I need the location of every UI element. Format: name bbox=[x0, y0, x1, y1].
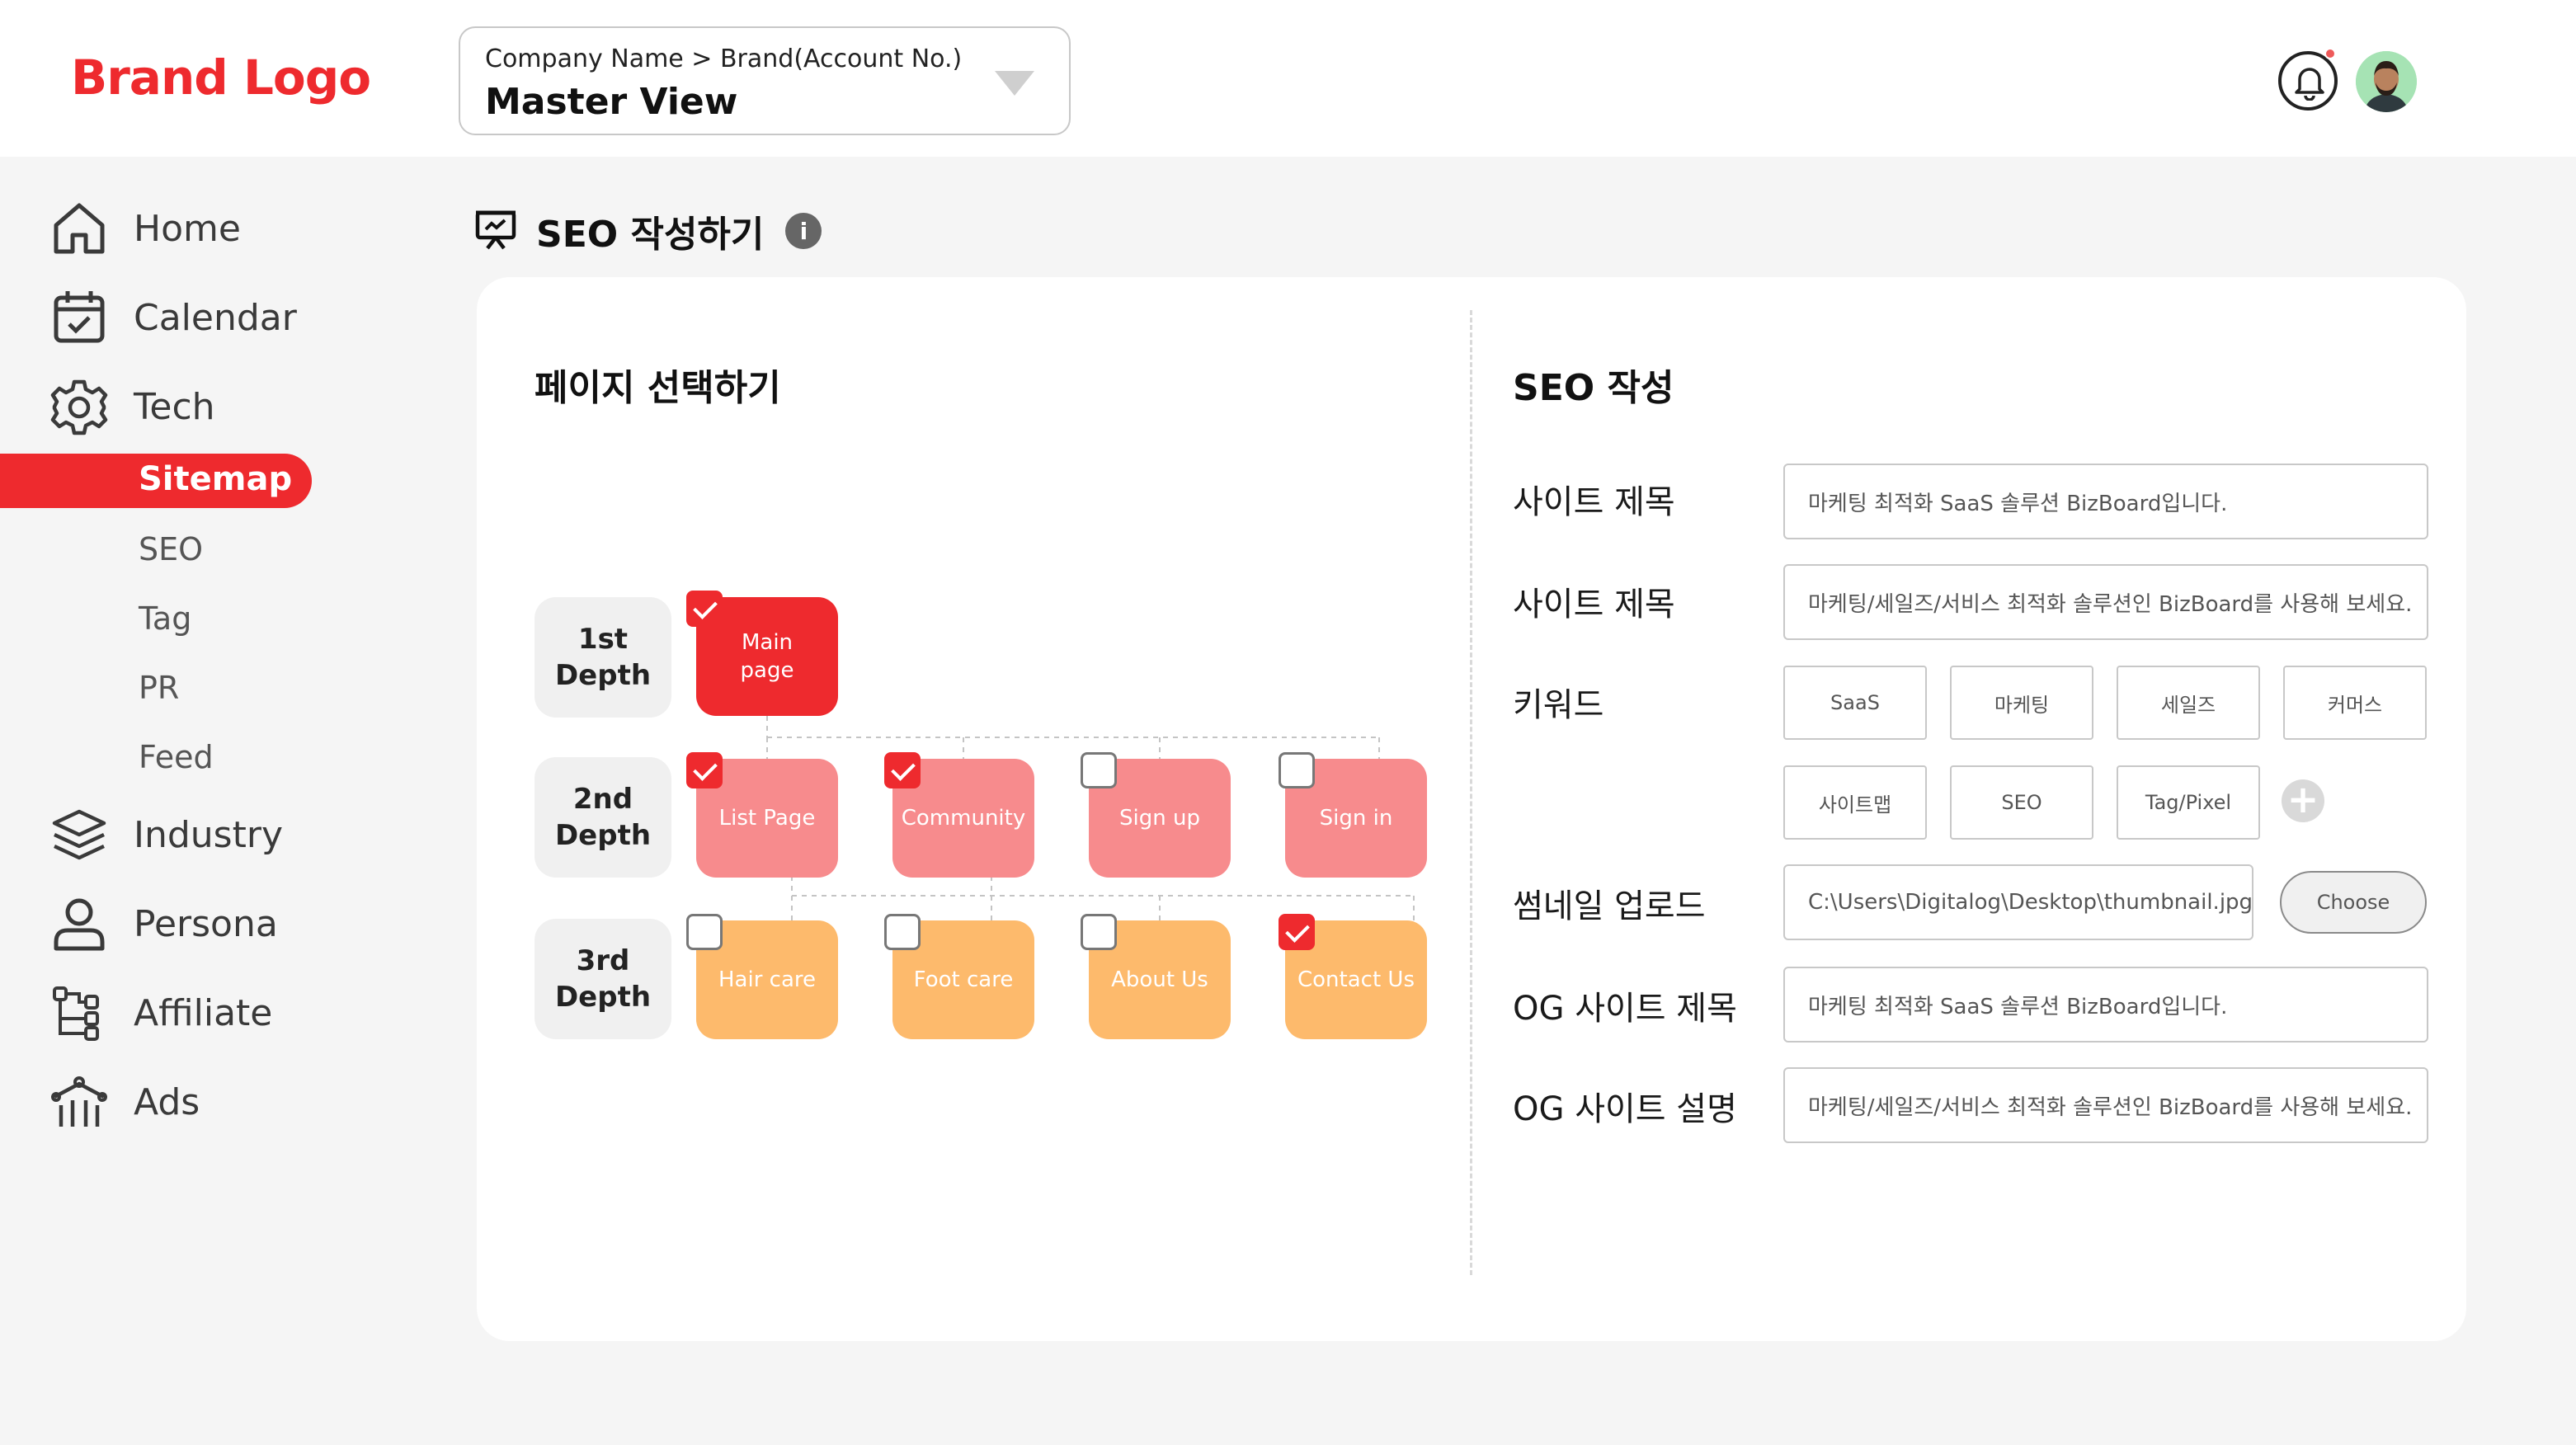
sitemap-checkbox-hair-care[interactable] bbox=[686, 914, 723, 950]
sitemap-checkbox-foot-care[interactable] bbox=[884, 914, 921, 950]
sitemap-checkbox-sign-up[interactable] bbox=[1081, 752, 1117, 788]
sitemap-checkbox-main-page[interactable] bbox=[686, 591, 723, 627]
keyword-tag[interactable]: SaaS bbox=[1783, 666, 1927, 740]
sitemap-checkbox-list-page[interactable] bbox=[686, 752, 723, 788]
og-description-label: OG 사이트 설명 bbox=[1513, 1090, 1737, 1128]
seo-section-title: SEO 작성 bbox=[1513, 367, 1674, 409]
sitemap-checkbox-contact-us[interactable] bbox=[1279, 914, 1315, 950]
site-description-input[interactable]: 마케팅/세일즈/서비스 최적화 솔루션인 BizBoard를 사용해 보세요. bbox=[1783, 564, 2428, 640]
depth-label-1st: 1st Depth bbox=[535, 597, 671, 718]
sitemap-checkbox-about-us[interactable] bbox=[1081, 914, 1117, 950]
og-title-input[interactable]: 마케팅 최적화 SaaS 솔루션 BizBoard입니다. bbox=[1783, 967, 2428, 1043]
keyword-tag[interactable]: SEO bbox=[1950, 765, 2093, 840]
keyword-tag[interactable]: 마케팅 bbox=[1950, 666, 2093, 740]
og-title-label: OG 사이트 제목 bbox=[1513, 990, 1737, 1028]
depth-label-2nd: 2nd Depth bbox=[535, 757, 671, 878]
add-keyword-button[interactable]: + bbox=[2282, 779, 2324, 822]
thumbnail-upload-label: 썸네일 업로드 bbox=[1513, 887, 1706, 925]
keyword-tag[interactable]: 커머스 bbox=[2283, 666, 2427, 740]
keywords-label: 키워드 bbox=[1513, 686, 1604, 724]
sitemap-checkbox-sign-in[interactable] bbox=[1279, 752, 1315, 788]
choose-file-button[interactable]: Choose bbox=[2280, 871, 2427, 934]
site-title-input[interactable]: 마케팅 최적화 SaaS 솔루션 BizBoard입니다. bbox=[1783, 464, 2428, 539]
keyword-tag[interactable]: 세일즈 bbox=[2117, 666, 2260, 740]
keyword-tag[interactable]: Tag/Pixel bbox=[2117, 765, 2260, 840]
site-description-label: 사이트 제목 bbox=[1513, 586, 1675, 624]
thumbnail-path-input[interactable]: C:\Users\Digitalog\Desktop\thumbnail.jpg bbox=[1783, 864, 2253, 940]
keyword-tag[interactable]: 사이트맵 bbox=[1783, 765, 1927, 840]
site-title-label: 사이트 제목 bbox=[1513, 483, 1675, 521]
depth-label-3rd: 3rd Depth bbox=[535, 919, 671, 1039]
og-description-input[interactable]: 마케팅/세일즈/서비스 최적화 솔루션인 BizBoard를 사용해 보세요. bbox=[1783, 1067, 2428, 1143]
sitemap-checkbox-community[interactable] bbox=[884, 752, 921, 788]
